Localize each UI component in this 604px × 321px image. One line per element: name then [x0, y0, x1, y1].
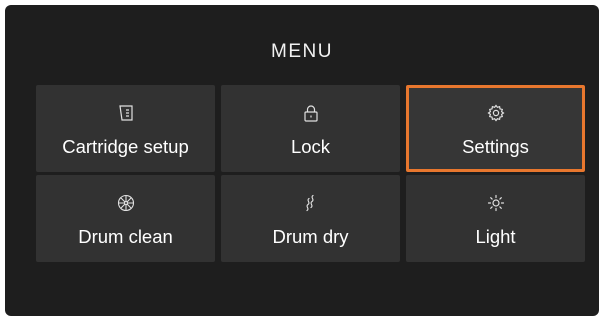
- lock-button[interactable]: Lock: [221, 85, 400, 172]
- light-button[interactable]: Light: [406, 175, 585, 262]
- drum-dry-label: Drum dry: [272, 226, 349, 247]
- menu-grid: Cartridge setup Lock Settings Drum clean…: [36, 85, 585, 262]
- lock-label: Lock: [290, 136, 331, 157]
- drum-clean-icon: [36, 194, 215, 212]
- settings-label: Settings: [462, 136, 529, 157]
- drum-clean-button[interactable]: Drum clean: [36, 175, 215, 262]
- lock-icon: [221, 104, 400, 122]
- light-label: Light: [475, 226, 516, 247]
- settings-button[interactable]: Settings: [406, 85, 585, 172]
- drum-dry-button[interactable]: Drum dry: [221, 175, 400, 262]
- cartridge-setup-button[interactable]: Cartridge setup: [36, 85, 215, 172]
- cartridge-icon: [36, 104, 215, 122]
- menu-title: MENU: [271, 41, 333, 62]
- drum-clean-label: Drum clean: [78, 226, 173, 247]
- sun-icon: [406, 194, 585, 212]
- cartridge-setup-label: Cartridge setup: [62, 136, 189, 157]
- gear-icon: [409, 104, 582, 122]
- menu-screen: MENU Cartridge setup Lock Settings Drum …: [5, 5, 599, 316]
- drum-dry-icon: [221, 194, 400, 212]
